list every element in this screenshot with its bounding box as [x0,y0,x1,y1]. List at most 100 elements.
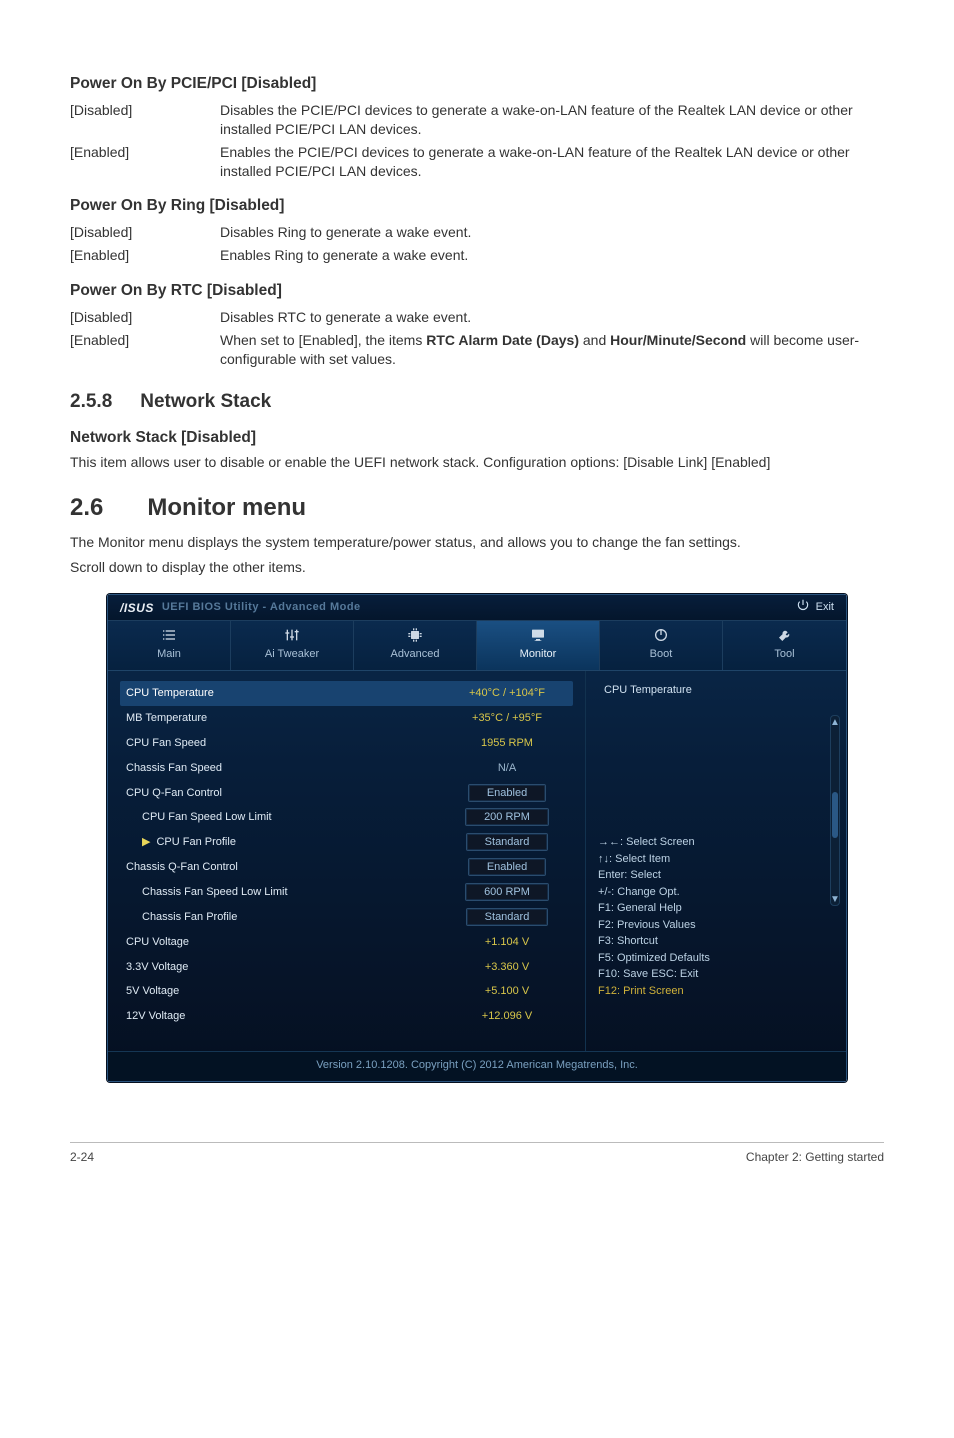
page-number: 2-24 [70,1149,94,1165]
setting-label: 5V Voltage [126,984,179,999]
setting-row-chassis-fan-low[interactable]: Chassis Fan Speed Low Limit 600 RPM [120,880,573,905]
text: When set to [Enabled], the items [220,332,426,348]
heading-number: 2.5.8 [70,389,112,415]
help-line: F12: Print Screen [598,983,834,1000]
setting-row-chassis-fan-speed[interactable]: Chassis Fan Speed N/A [120,756,573,781]
setting-label: Chassis Fan Profile [126,910,237,925]
tab-boot[interactable]: Boot [600,621,723,670]
setting-row-3v3[interactable]: 3.3V Voltage +3.360 V [120,955,573,980]
tab-monitor[interactable]: Monitor [477,621,600,670]
heading-net-stack-item: Network Stack [Disabled] [70,428,884,449]
tab-label: Main [157,647,181,662]
setting-label: 3.3V Voltage [126,960,188,975]
bios-window: /ISUS UEFI BIOS Utility - Advanced Mode … [107,594,847,1082]
opt-val: Disables Ring to generate a wake event. [220,221,884,244]
scroll-thumb[interactable] [832,792,838,838]
help-line: ↑↓: Select Item [598,851,834,868]
heading-text: Monitor menu [147,492,306,524]
setting-row-cpu-fan-profile[interactable]: ▶ CPU Fan Profile Standard [120,830,573,855]
chapter-label: Chapter 2: Getting started [746,1149,884,1165]
setting-row-chassis-fan-profile[interactable]: Chassis Fan Profile Standard [120,905,573,930]
setting-value-box[interactable]: Standard [466,908,549,926]
setting-label-text: CPU Fan Profile [156,835,235,850]
setting-row-cpu-qfan[interactable]: CPU Q-Fan Control Enabled [120,781,573,806]
setting-value-box[interactable]: Enabled [468,784,546,802]
quick-help: →←: Select Screen ↑↓: Select Item Enter:… [598,834,834,999]
opt-key: [Enabled] [70,141,220,183]
setting-value-box[interactable]: 600 RPM [465,883,549,901]
table-row: [Disabled] Disables RTC to generate a wa… [70,306,884,329]
setting-row-5v[interactable]: 5V Voltage +5.100 V [120,979,573,1004]
exit-button[interactable]: Exit [796,598,834,617]
setting-row-chassis-qfan[interactable]: Chassis Q-Fan Control Enabled [120,855,573,880]
setting-label: CPU Q-Fan Control [126,786,222,801]
setting-row-cpu-fan-speed[interactable]: CPU Fan Speed 1955 RPM [120,731,573,756]
setting-row-cpu-temp[interactable]: CPU Temperature +40°C / +104°F [120,681,573,706]
scrollbar[interactable]: ▲ ▼ [830,715,840,906]
setting-value: +5.100 V [447,984,567,999]
heading-text: Network Stack [140,389,271,415]
setting-label: CPU Fan Speed Low Limit [126,810,272,825]
bios-right-panel: CPU Temperature ▲ ▼ →←: Select Screen ↑↓… [586,671,846,1051]
bios-tabs: Main Ai Tweaker Advanced Monitor Boot To… [108,621,846,671]
setting-label: CPU Voltage [126,935,189,950]
tab-label: Ai Tweaker [265,647,319,662]
setting-label: Chassis Fan Speed Low Limit [126,885,288,900]
tab-main[interactable]: Main [108,621,231,670]
setting-label: CPU Fan Speed [126,736,206,751]
opt-key: [Enabled] [70,244,220,267]
setting-label: 12V Voltage [126,1009,185,1024]
list-icon [160,627,178,643]
bold-text: RTC Alarm Date (Days) [426,332,579,348]
tab-label: Tool [774,647,794,662]
tab-ai-tweaker[interactable]: Ai Tweaker [231,621,354,670]
scroll-down-icon[interactable]: ▼ [831,893,839,905]
chip-icon [406,627,424,643]
setting-row-mb-temp[interactable]: MB Temperature +35°C / +95°F [120,706,573,731]
help-line: Enter: Select [598,867,834,884]
setting-row-12v[interactable]: 12V Voltage +12.096 V [120,1004,573,1029]
setting-row-cpu-voltage[interactable]: CPU Voltage +1.104 V [120,930,573,955]
help-line: F1: General Help [598,900,834,917]
table-power-ring: [Disabled] Disables Ring to generate a w… [70,221,884,267]
help-hint: CPU Temperature [598,681,834,704]
heading-power-ring: Power On By Ring [Disabled] [70,196,884,217]
table-power-rtc: [Disabled] Disables RTC to generate a wa… [70,306,884,371]
text: and [579,332,610,348]
table-row: [Enabled] Enables Ring to generate a wak… [70,244,884,267]
power-icon [796,598,810,617]
setting-value-box[interactable]: Enabled [468,858,546,876]
opt-val: Enables the PCIE/PCI devices to generate… [220,141,884,183]
heading-monitor-menu: 2.6 Monitor menu [70,492,884,524]
tab-advanced[interactable]: Advanced [354,621,477,670]
heading-number: 2.6 [70,492,103,524]
exit-label: Exit [816,600,834,615]
setting-value: +3.360 V [447,960,567,975]
help-line: F3: Shortcut [598,933,834,950]
bold-text: Hour/Minute/Second [610,332,746,348]
opt-key: [Disabled] [70,99,220,141]
bios-titlebar: /ISUS UEFI BIOS Utility - Advanced Mode … [108,595,846,621]
scroll-up-icon[interactable]: ▲ [831,716,839,728]
help-line: F10: Save ESC: Exit [598,966,834,983]
setting-label: Chassis Fan Speed [126,761,222,776]
bios-mode-label: UEFI BIOS Utility - Advanced Mode [162,600,361,615]
help-line: F5: Optimized Defaults [598,950,834,967]
setting-value-box[interactable]: Standard [466,833,549,851]
table-row: [Enabled] When set to [Enabled], the ite… [70,329,884,371]
bios-settings-list: CPU Temperature +40°C / +104°F MB Temper… [108,671,586,1051]
setting-value: N/A [447,761,567,776]
help-line: F2: Previous Values [598,917,834,934]
tab-label: Monitor [520,647,557,662]
setting-row-cpu-fan-low[interactable]: CPU Fan Speed Low Limit 200 RPM [120,805,573,830]
monitor-desc-1: The Monitor menu displays the system tem… [70,533,884,552]
setting-label: CPU Temperature [126,686,214,701]
setting-value-box[interactable]: 200 RPM [465,808,549,826]
opt-key: [Enabled] [70,329,220,371]
tab-tool[interactable]: Tool [723,621,846,670]
wrench-icon [776,627,794,643]
table-row: [Disabled] Disables the PCIE/PCI devices… [70,99,884,141]
sliders-icon [283,627,301,643]
table-row: [Disabled] Disables Ring to generate a w… [70,221,884,244]
setting-label: MB Temperature [126,711,207,726]
